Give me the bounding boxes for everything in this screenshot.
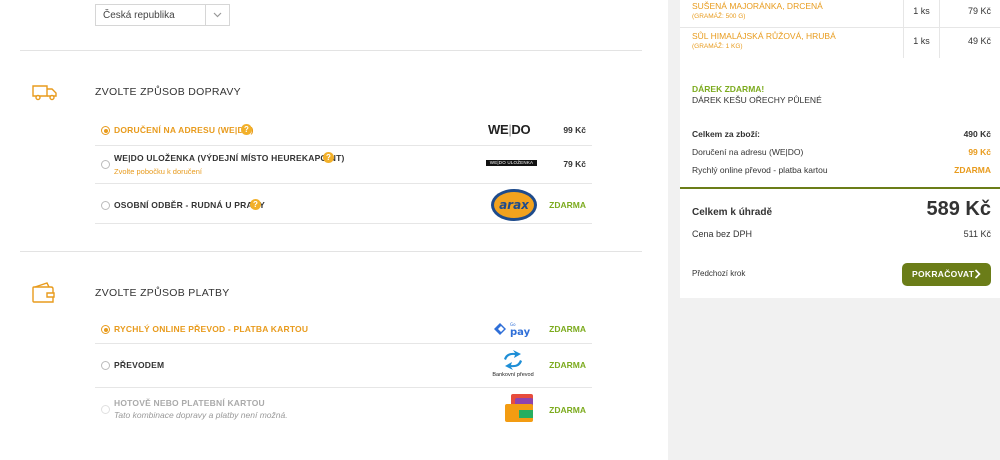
payment-option-cash-or-card: Hotově nebo platební kartou Tato kombina… xyxy=(95,388,592,430)
payment-option-label: Převodem xyxy=(114,360,165,370)
arax-logo: arax xyxy=(490,188,538,225)
shipping-price: ZDARMA xyxy=(549,200,586,210)
gopay-logo: Go pay xyxy=(492,320,532,341)
summary-item-name[interactable]: Sušená majoránka, drcená xyxy=(692,1,823,11)
payment-section-title: Zvolte způsob platby xyxy=(95,287,230,299)
truck-icon xyxy=(31,82,59,105)
gift-title: Dárek zdarma! xyxy=(692,84,765,94)
goods-total-label: Celkem za zboží: xyxy=(692,129,761,139)
bank-transfer-logo: Bankovní převod xyxy=(489,350,537,378)
shipping-cost-label: Doručení na adresu (WE|DO) xyxy=(692,147,804,157)
svg-text:pay: pay xyxy=(510,327,531,338)
payment-radio-transfer[interactable] xyxy=(101,361,110,370)
pickup-point-link[interactable]: Zvolte pobočku k doručení xyxy=(114,167,202,176)
help-icon[interactable]: ? xyxy=(323,152,334,163)
summary-item-row: Sušená majoránka, drcená (gramáž: 500 g)… xyxy=(680,0,1000,28)
shipping-radio-wedo-address[interactable] xyxy=(101,126,110,135)
wedo-logo: WE|DO xyxy=(488,122,531,137)
shipping-price: 99 Kč xyxy=(563,125,586,135)
payment-radio-online-card[interactable] xyxy=(101,325,110,334)
svg-text:arax: arax xyxy=(499,198,530,212)
chevron-right-icon xyxy=(974,269,981,279)
payment-option-label: Hotově nebo platební kartou xyxy=(114,398,265,408)
summary-item-price: 79 Kč xyxy=(967,6,991,16)
shipping-radio-personal-pickup[interactable] xyxy=(101,201,110,210)
previous-step-link[interactable]: Předchozí krok xyxy=(692,269,745,278)
payment-price: ZDARMA xyxy=(549,405,586,415)
continue-button[interactable]: Pokračovat xyxy=(902,263,991,286)
help-icon[interactable]: ? xyxy=(241,124,252,135)
payment-cost-label: Rychlý online převod - platba kartou xyxy=(692,165,828,175)
payment-option-transfer[interactable]: Převodem Bankovní převod ZDARMA xyxy=(95,344,592,388)
total-label: Celkem k úhradě xyxy=(692,207,773,218)
order-summary: Sušená majoránka, drcená (gramáž: 500 g)… xyxy=(680,0,1000,298)
payment-price: ZDARMA xyxy=(549,324,586,334)
shipping-option-label: WE|DO Uloženka (výdejní místo HeurekaPoi… xyxy=(114,153,345,163)
chevron-down-icon[interactable] xyxy=(205,5,229,25)
checkout-main: Česká republika Zvolte způsob dopravy Do… xyxy=(0,0,668,460)
summary-item-price: 49 Kč xyxy=(967,36,991,46)
summary-item-qty: 1 ks xyxy=(903,0,940,28)
price-without-vat-label: Cena bez DPH xyxy=(692,229,753,239)
shipping-section-title: Zvolte způsob dopravy xyxy=(95,86,241,98)
summary-item-row: Sůl himalájská růžová, hrubá (gramáž: 1 … xyxy=(680,28,1000,58)
shipping-radio-wedo-ulozenka[interactable] xyxy=(101,160,110,169)
help-icon[interactable]: ? xyxy=(250,199,261,210)
payment-unavailable-note: Tato kombinace dopravy a platby není mož… xyxy=(114,410,288,420)
section-divider xyxy=(20,50,642,51)
cash-card-icon xyxy=(503,392,537,429)
payment-option-online-card[interactable]: Rychlý online převod - platba kartou Go … xyxy=(95,314,592,344)
goods-total-value: 490 Kč xyxy=(963,129,991,139)
shipping-option-label: Doručení na adresu (WE|DO) xyxy=(114,125,254,135)
shipping-option-label: Osobní odběr - Rudná u Prahy xyxy=(114,200,266,210)
country-select[interactable]: Česká republika xyxy=(95,4,230,26)
summary-item-qty: 1 ks xyxy=(903,28,940,58)
payment-price: ZDARMA xyxy=(549,360,586,370)
continue-button-label: Pokračovat xyxy=(912,269,975,279)
shipping-option-personal-pickup[interactable]: Osobní odběr - Rudná u Prahy ? arax ZDAR… xyxy=(95,184,592,224)
shipping-price: 79 Kč xyxy=(563,159,586,169)
total-value: 589 Kč xyxy=(926,198,992,220)
shipping-option-wedo-ulozenka[interactable]: WE|DO Uloženka (výdejní místo HeurekaPoi… xyxy=(95,146,592,184)
summary-item-note: (gramáž: 1 kg) xyxy=(692,43,743,50)
price-without-vat-value: 511 Kč xyxy=(963,229,991,239)
total-divider xyxy=(680,187,1000,189)
gift-text: Dárek kešu ořechy půlené xyxy=(692,95,822,105)
payment-radio-cash-or-card xyxy=(101,405,110,414)
shipping-option-wedo-address[interactable]: Doručení na adresu (WE|DO) ? WE|DO 99 Kč xyxy=(95,114,592,146)
country-select-value: Česká republika xyxy=(103,10,175,21)
bank-transfer-logo-text: Bankovní převod xyxy=(492,372,534,378)
payment-cost-value: zdarma xyxy=(954,165,991,175)
summary-item-name[interactable]: Sůl himalájská růžová, hrubá xyxy=(692,31,836,41)
payment-option-label: Rychlý online převod - platba kartou xyxy=(114,324,309,334)
wedo-ulozenka-logo: WE|DO ULOŽENKA xyxy=(486,160,537,166)
summary-item-note: (gramáž: 500 g) xyxy=(692,13,746,20)
wallet-icon xyxy=(31,281,57,308)
shipping-cost-value: 99 Kč xyxy=(968,147,991,157)
section-divider xyxy=(20,251,642,252)
